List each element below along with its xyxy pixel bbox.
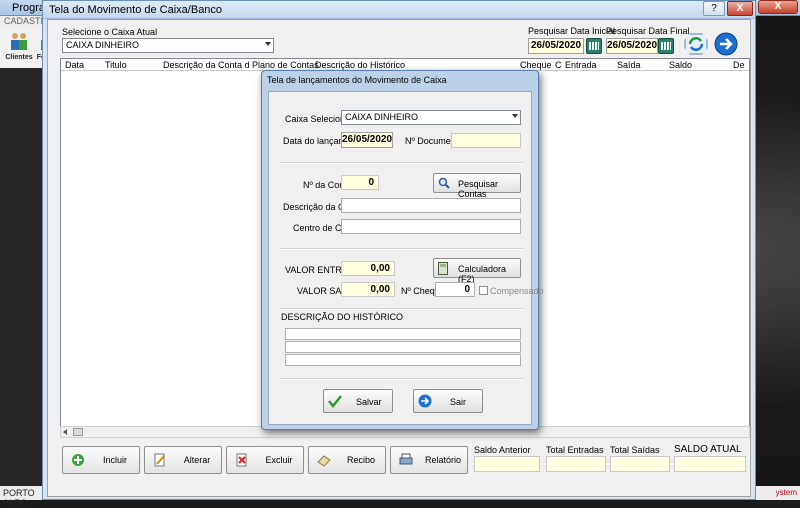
help-button[interactable]: ? <box>703 1 725 16</box>
alterar-button[interactable]: Alterar <box>144 446 222 474</box>
calendar-icon[interactable] <box>658 38 674 54</box>
scroll-left-icon[interactable] <box>63 429 67 435</box>
background-menu-cadastros[interactable]: CADASTROS <box>0 16 60 28</box>
refresh-search-icon[interactable] <box>684 32 708 56</box>
excluir-label: Excluir <box>265 455 293 465</box>
n-cheque-input[interactable]: 0 <box>435 282 475 297</box>
relatorio-button[interactable]: Relatório <box>390 446 468 474</box>
total-saidas-label: Total Saídas <box>610 445 660 455</box>
saldo-atual-label: SALDO ATUAL <box>674 444 742 455</box>
receipt-icon <box>317 455 331 467</box>
saldo-anterior-label: Saldo Anterior <box>474 445 531 455</box>
pesquisar-contas-button[interactable]: Pesquisar Contas <box>433 173 521 199</box>
date-start-label: Pesquisar Data Inicial <box>528 26 616 36</box>
section-divider <box>279 308 525 310</box>
sair-label: Sair <box>450 397 467 407</box>
toolbar-clientes-button[interactable]: Clientes <box>2 30 36 61</box>
col-data[interactable]: Data <box>65 60 84 70</box>
n-conta-input[interactable]: 0 <box>341 175 379 190</box>
dialog-title: Tela de lançamentos do Movimento de Caix… <box>267 75 447 85</box>
historico-line-2[interactable] <box>285 341 521 353</box>
window-title: Tela do Movimento de Caixa/Banco <box>49 4 223 16</box>
lancamento-dialog: Tela de lançamentos do Movimento de Caix… <box>261 70 544 430</box>
historico-line-1[interactable] <box>285 328 521 340</box>
sair-button[interactable]: Sair <box>413 389 483 413</box>
col-saida[interactable]: Saída <box>617 60 641 70</box>
descricao-conta-input[interactable] <box>341 198 521 213</box>
total-entradas-label: Total Entradas <box>546 445 604 455</box>
background-status-city: PORTO ALEG <box>0 486 48 508</box>
date-start-input[interactable]: 26/05/2020 <box>528 38 584 54</box>
background-close-button[interactable]: X <box>758 0 798 14</box>
col-descricao-historico[interactable]: Descrição do Histórico <box>315 60 405 70</box>
calendar-icon[interactable] <box>586 38 602 54</box>
saldo-anterior-field <box>474 456 540 472</box>
chevron-down-icon <box>512 114 518 118</box>
excluir-button[interactable]: Excluir <box>226 446 304 474</box>
caixa-atual-value: CAIXA DINHEIRO <box>66 40 140 50</box>
exit-arrow-icon <box>418 394 432 408</box>
close-button[interactable]: X <box>727 1 753 16</box>
centro-custo-input[interactable] <box>341 219 521 234</box>
salvar-button[interactable]: Salvar <box>323 389 393 413</box>
col-descricao-conta[interactable]: Descrição da Conta d Plano de Contas <box>163 60 319 70</box>
recibo-label: Recibo <box>346 455 375 465</box>
total-saidas-field <box>610 456 670 472</box>
historico-label: DESCRIÇÃO DO HISTÓRICO <box>281 312 404 322</box>
magnifier-icon <box>438 177 450 189</box>
delete-icon <box>236 453 247 467</box>
edit-icon <box>154 453 165 467</box>
compensado-checkbox[interactable] <box>479 286 488 295</box>
salvar-label: Salvar <box>356 397 382 407</box>
alterar-label: Alterar <box>183 455 211 465</box>
date-end-label: Pesquisar Data Final <box>606 26 690 36</box>
calculator-icon <box>438 262 448 275</box>
toolbar-clientes-label: Clientes <box>5 54 33 61</box>
section-divider <box>279 162 525 164</box>
checkmark-icon <box>328 395 342 408</box>
caixa-atual-label: Selecione o Caixa Atual <box>62 27 158 37</box>
relatorio-label: Relatório <box>424 455 462 465</box>
calculadora-label: Calculadora (F2) <box>458 264 507 284</box>
arrow-right-icon[interactable] <box>714 32 738 56</box>
compensado-label: Compensado <box>490 286 544 296</box>
section-divider <box>279 378 525 380</box>
col-c[interactable]: C <box>555 60 562 70</box>
valor-entrada-input[interactable]: 0,00 <box>341 261 395 276</box>
add-record-icon <box>72 454 84 466</box>
date-end-input[interactable]: 26/05/2020 <box>606 38 658 54</box>
col-de[interactable]: De <box>733 60 745 70</box>
total-entradas-field <box>546 456 606 472</box>
calculadora-button[interactable]: Calculadora (F2) <box>433 258 521 284</box>
window-titlebar: Tela do Movimento de Caixa/Banco ? X <box>43 1 755 19</box>
dialog-titlebar: Tela de lançamentos do Movimento de Caix… <box>262 71 538 89</box>
background-sidebar <box>0 68 48 488</box>
pesquisar-contas-label: Pesquisar Contas <box>458 179 499 199</box>
data-lancamento-input[interactable]: 26/05/2020 <box>341 132 393 148</box>
col-saldo[interactable]: Saldo <box>669 60 692 70</box>
background-toolbar: Clientes Fo <box>0 28 48 68</box>
caixa-selecionado-value: CAIXA DINHEIRO <box>345 112 419 122</box>
chevron-down-icon <box>265 42 271 46</box>
printer-icon <box>399 453 413 465</box>
users-icon <box>11 33 27 50</box>
incluir-button[interactable]: Incluir <box>62 446 140 474</box>
dialog-body: Caixa Selecionado CAIXA DINHEIRO Data do… <box>268 91 544 425</box>
historico-line-3[interactable] <box>285 354 521 366</box>
section-divider <box>279 248 525 250</box>
recibo-button[interactable]: Recibo <box>308 446 386 474</box>
scroll-thumb[interactable] <box>73 428 83 436</box>
valor-saida-input[interactable]: 0,00 <box>341 282 395 297</box>
incluir-label: Incluir <box>102 455 127 465</box>
col-titulo[interactable]: Titulo <box>105 60 127 70</box>
caixa-atual-select[interactable]: CAIXA DINHEIRO <box>62 38 274 53</box>
saldo-atual-field <box>674 456 746 472</box>
col-entrada[interactable]: Entrada <box>565 60 597 70</box>
caixa-selecionado-select[interactable]: CAIXA DINHEIRO <box>341 110 521 125</box>
col-cheque[interactable]: Cheque <box>520 60 552 70</box>
n-documento-input[interactable] <box>451 133 521 148</box>
